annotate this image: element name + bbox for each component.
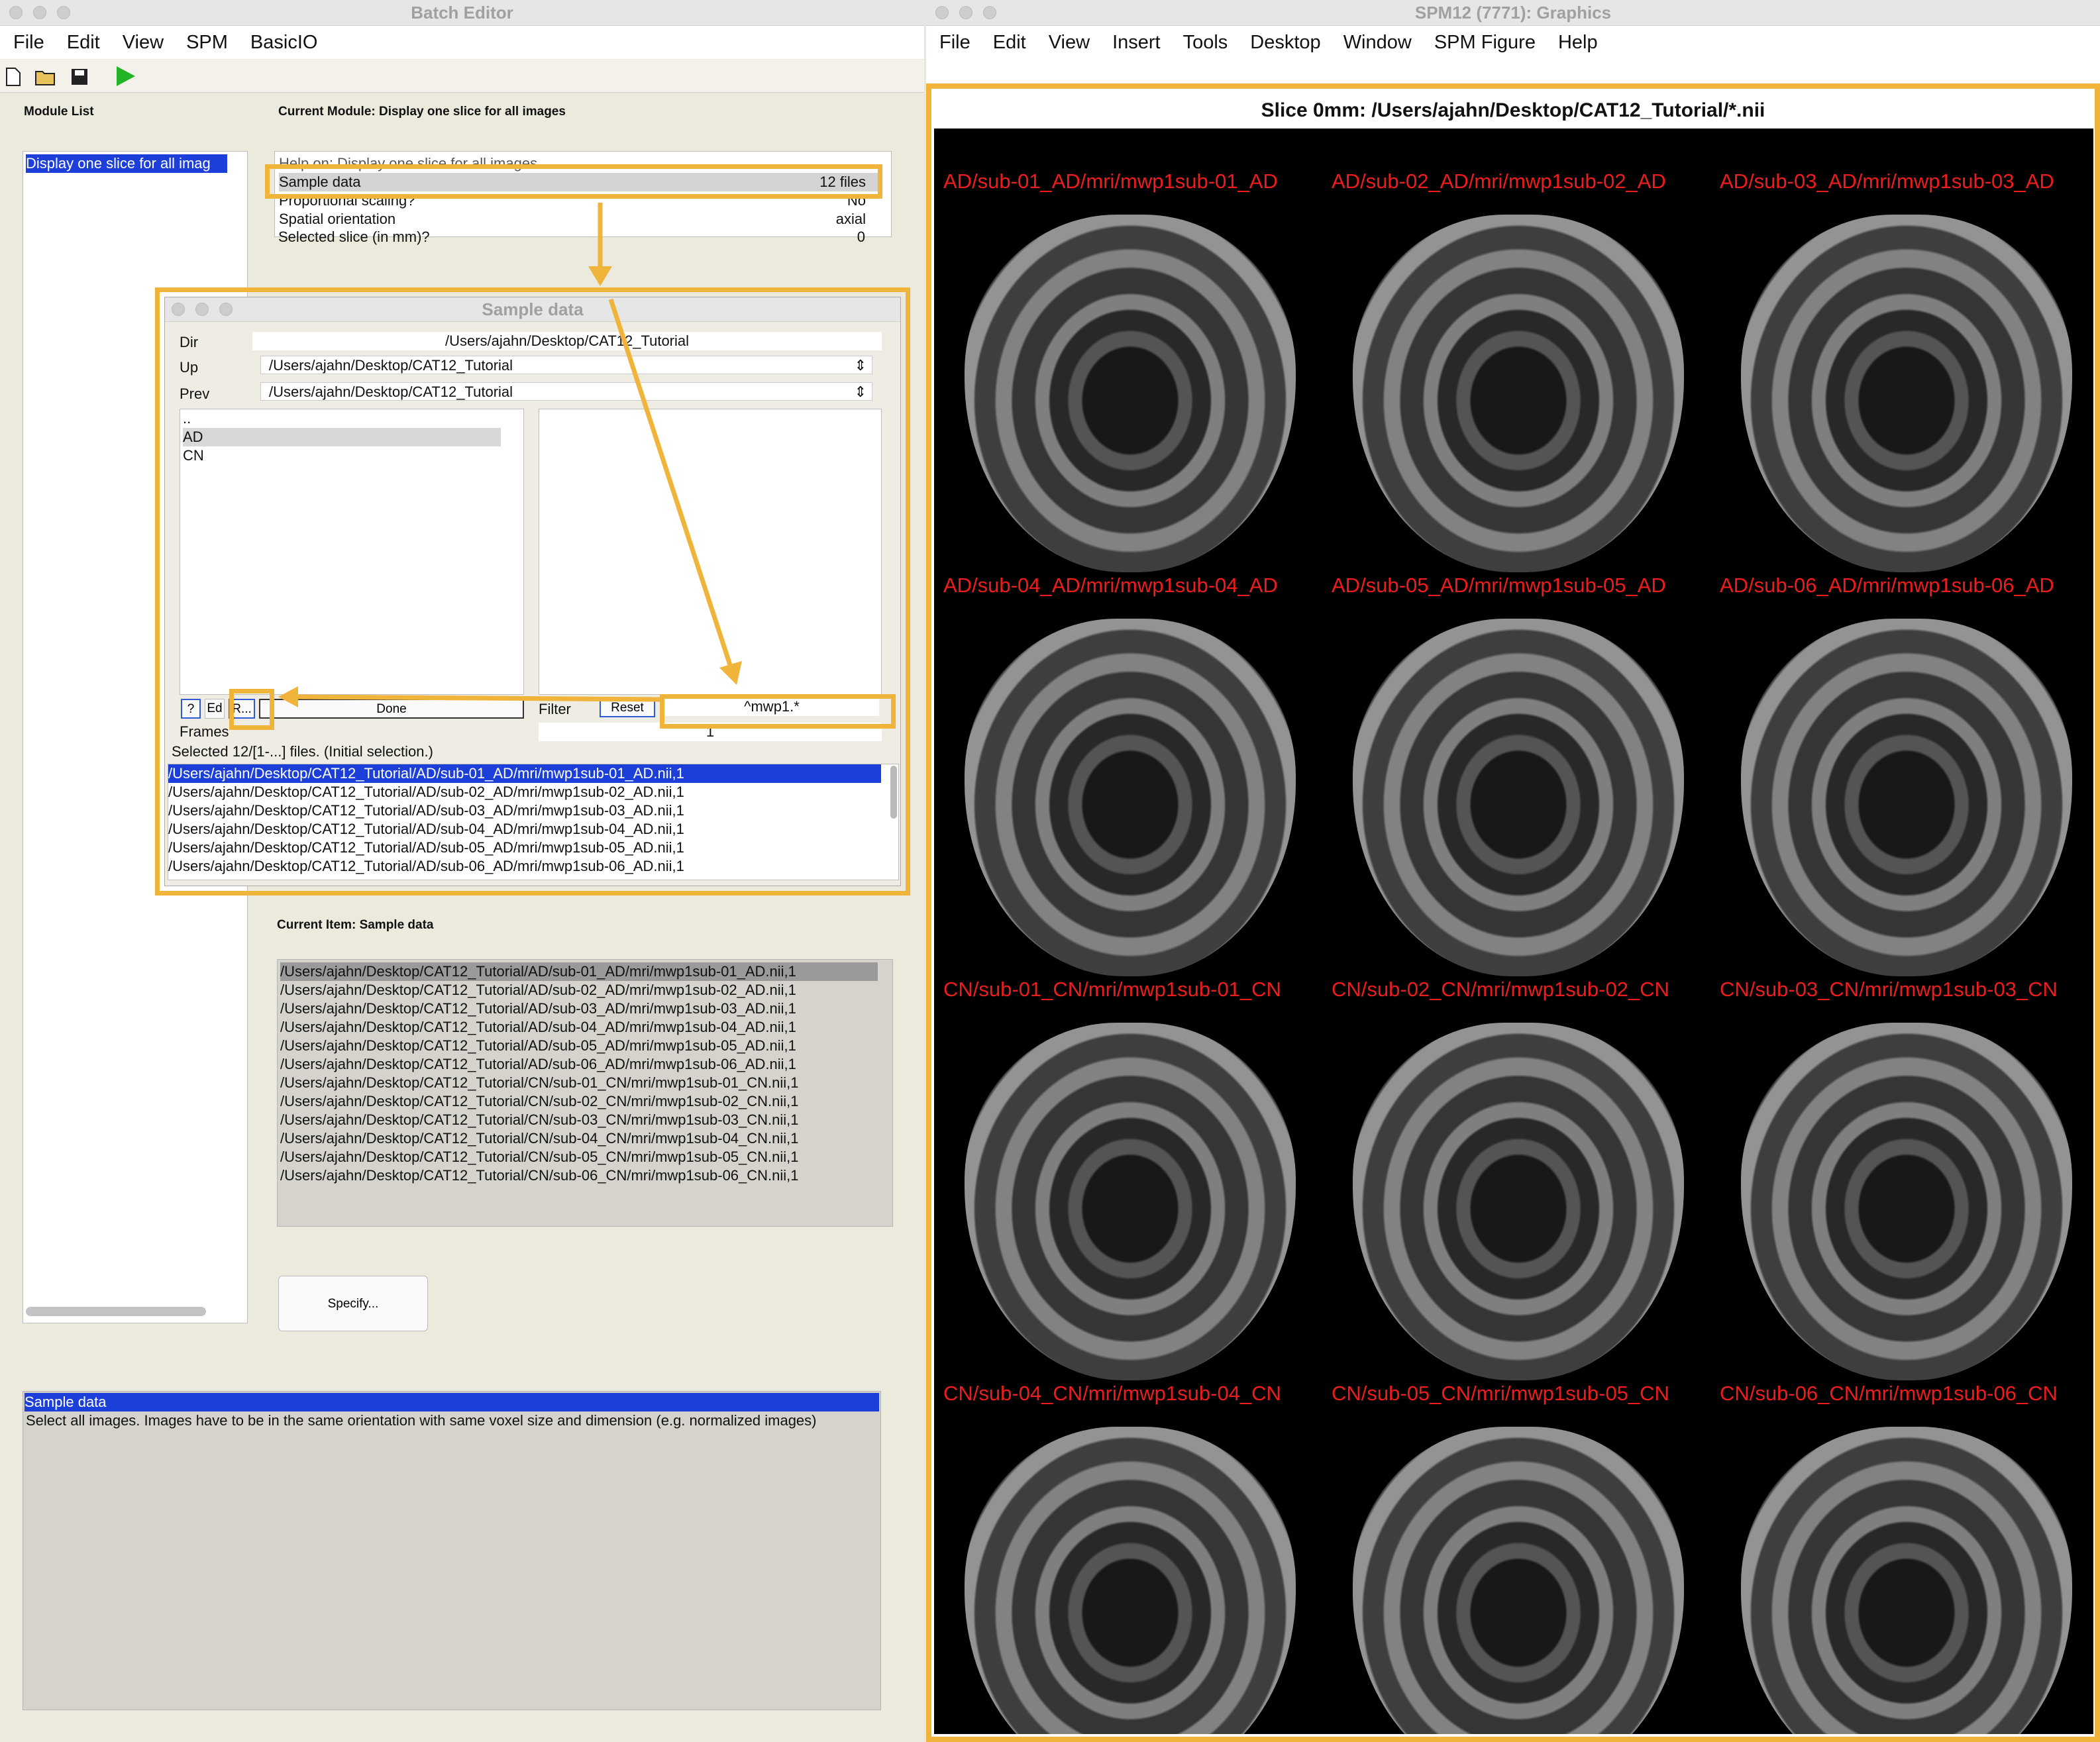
menu-spm-figure[interactable]: SPM Figure (1434, 32, 1536, 54)
menu-tools[interactable]: Tools (1183, 32, 1228, 54)
menu-view[interactable]: View (1049, 32, 1090, 54)
slice-caption: AD/sub-04_AD/mri/mwp1sub-04_AD (943, 574, 1278, 597)
brain-slice-image (1353, 619, 1684, 976)
figure-title: Slice 0mm: /Users/ajahn/Desktop/CAT12_Tu… (1261, 99, 1765, 121)
menu-edit[interactable]: Edit (993, 32, 1026, 54)
slice-caption: AD/sub-02_AD/mri/mwp1sub-02_AD (1332, 170, 1666, 193)
graphics-window-title: SPM12 (7771): Graphics (1414, 3, 1612, 23)
slice-caption: AD/sub-05_AD/mri/mwp1sub-05_AD (1332, 574, 1666, 597)
arrowhead (719, 661, 742, 685)
brain-slice-image (1741, 215, 2072, 572)
brain-slice-image (1741, 619, 2072, 976)
slice-caption: CN/sub-01_CN/mri/mwp1sub-01_CN (943, 978, 1281, 1001)
figure-canvas: AD/sub-01_AD/mri/mwp1sub-01_AD AD/sub-02… (934, 128, 2093, 1734)
menu-insert[interactable]: Insert (1112, 32, 1161, 54)
slice-caption: CN/sub-04_CN/mri/mwp1sub-04_CN (943, 1382, 1281, 1405)
brain-slice-image (1741, 1023, 2072, 1380)
graphics-window: SPM12 (7771): Graphics File Edit View In… (926, 0, 2100, 1742)
menu-window[interactable]: Window (1343, 32, 1412, 54)
close-icon[interactable] (935, 6, 949, 19)
zoom-icon[interactable] (983, 6, 996, 19)
slice-caption: AD/sub-03_AD/mri/mwp1sub-03_AD (1720, 170, 2054, 193)
brain-slice-image (1353, 1023, 1684, 1380)
brain-slice-image (965, 1427, 1296, 1734)
menu-desktop[interactable]: Desktop (1250, 32, 1320, 54)
menu-help[interactable]: Help (1558, 32, 1598, 54)
graphics-menubar: File Edit View Insert Tools Desktop Wind… (926, 26, 2100, 59)
slice-caption: CN/sub-06_CN/mri/mwp1sub-06_CN (1720, 1382, 2058, 1405)
brain-slice-image (965, 619, 1296, 976)
arrowhead (278, 686, 298, 707)
arrow-filter-to-recursive (296, 694, 663, 702)
slice-caption: CN/sub-05_CN/mri/mwp1sub-05_CN (1332, 1382, 1669, 1405)
slice-caption: AD/sub-06_AD/mri/mwp1sub-06_AD (1720, 574, 2054, 597)
brain-slice-image (965, 215, 1296, 572)
brain-slice-image (1741, 1427, 2072, 1734)
slice-caption: CN/sub-02_CN/mri/mwp1sub-02_CN (1332, 978, 1669, 1001)
arrow-title-to-filter (608, 298, 734, 670)
brain-slice-image (965, 1023, 1296, 1380)
slice-caption: CN/sub-03_CN/mri/mwp1sub-03_CN (1720, 978, 2058, 1001)
brain-slice-image (1353, 1427, 1684, 1734)
minimize-icon[interactable] (959, 6, 972, 19)
graphics-titlebar: SPM12 (7771): Graphics (926, 0, 2100, 26)
menu-file[interactable]: File (939, 32, 971, 54)
slice-caption: AD/sub-01_AD/mri/mwp1sub-01_AD (943, 170, 1278, 193)
arrowhead (588, 266, 612, 286)
brain-slice-image (1353, 215, 1684, 572)
